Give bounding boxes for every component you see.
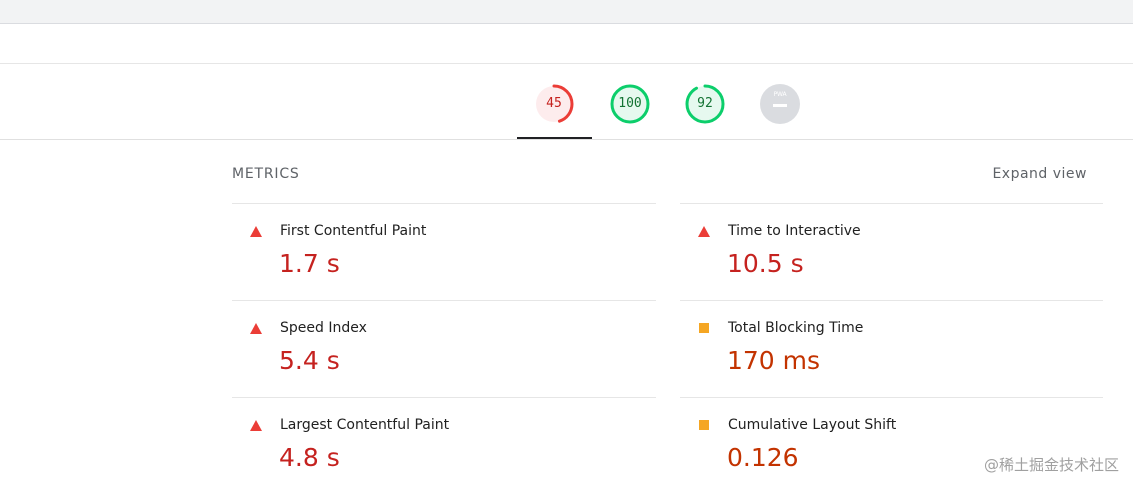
metric-largest-contentful-paint: Largest Contentful Paint 4.8 s xyxy=(232,397,656,494)
metric-value: 5.4 s xyxy=(279,346,340,375)
fail-triangle-icon xyxy=(250,226,262,238)
gauge-best-practices[interactable]: 92 xyxy=(684,83,726,125)
metric-value: 170 ms xyxy=(727,346,821,375)
metric-title: Total Blocking Time xyxy=(728,320,864,336)
expand-view-toggle[interactable]: Expand view xyxy=(992,166,1087,182)
pwa-label: PWA xyxy=(773,91,787,98)
metric-speed-index: Speed Index 5.4 s xyxy=(232,300,656,397)
gauge-performance[interactable]: 45 xyxy=(533,83,575,125)
average-square-icon xyxy=(698,323,710,335)
metrics-column-right: Time to Interactive 10.5 s Total Blockin… xyxy=(680,203,1103,494)
metrics-header: METRICS xyxy=(232,166,300,182)
pwa-dash-icon xyxy=(773,104,787,107)
watermark: @稀土掘金技术社区 xyxy=(983,456,1119,474)
metric-title: Largest Contentful Paint xyxy=(280,417,450,433)
metric-first-contentful-paint: First Contentful Paint 1.7 s xyxy=(232,203,656,300)
score-gauges: 45 100 92 PWA xyxy=(0,64,1133,140)
fail-triangle-icon xyxy=(698,226,710,238)
fail-triangle-icon xyxy=(250,323,262,335)
browser-top-bar xyxy=(0,0,1133,24)
report-toolbar xyxy=(0,24,1133,64)
metric-value: 10.5 s xyxy=(727,249,804,278)
metric-total-blocking-time: Total Blocking Time 170 ms xyxy=(680,300,1103,397)
metric-value: 0.126 xyxy=(727,443,799,472)
metric-cumulative-layout-shift: Cumulative Layout Shift 0.126 xyxy=(680,397,1103,494)
gauge-performance-score: 45 xyxy=(546,96,562,111)
metric-time-to-interactive: Time to Interactive 10.5 s xyxy=(680,203,1103,300)
active-gauge-indicator xyxy=(517,137,592,139)
metric-value: 4.8 s xyxy=(279,443,340,472)
gauge-best-practices-score: 92 xyxy=(697,96,713,111)
gauge-pwa[interactable]: PWA xyxy=(759,83,801,125)
metrics-column-left: First Contentful Paint 1.7 s Speed Index… xyxy=(232,203,656,494)
fail-triangle-icon xyxy=(250,420,262,432)
gauge-accessibility[interactable]: 100 xyxy=(609,83,651,125)
average-square-icon xyxy=(698,420,710,432)
metric-title: Cumulative Layout Shift xyxy=(728,417,897,433)
metric-title: Speed Index xyxy=(280,320,367,336)
metric-title: Time to Interactive xyxy=(728,223,861,239)
metric-value: 1.7 s xyxy=(279,249,340,278)
metric-title: First Contentful Paint xyxy=(280,223,427,239)
gauge-accessibility-score: 100 xyxy=(618,96,642,111)
